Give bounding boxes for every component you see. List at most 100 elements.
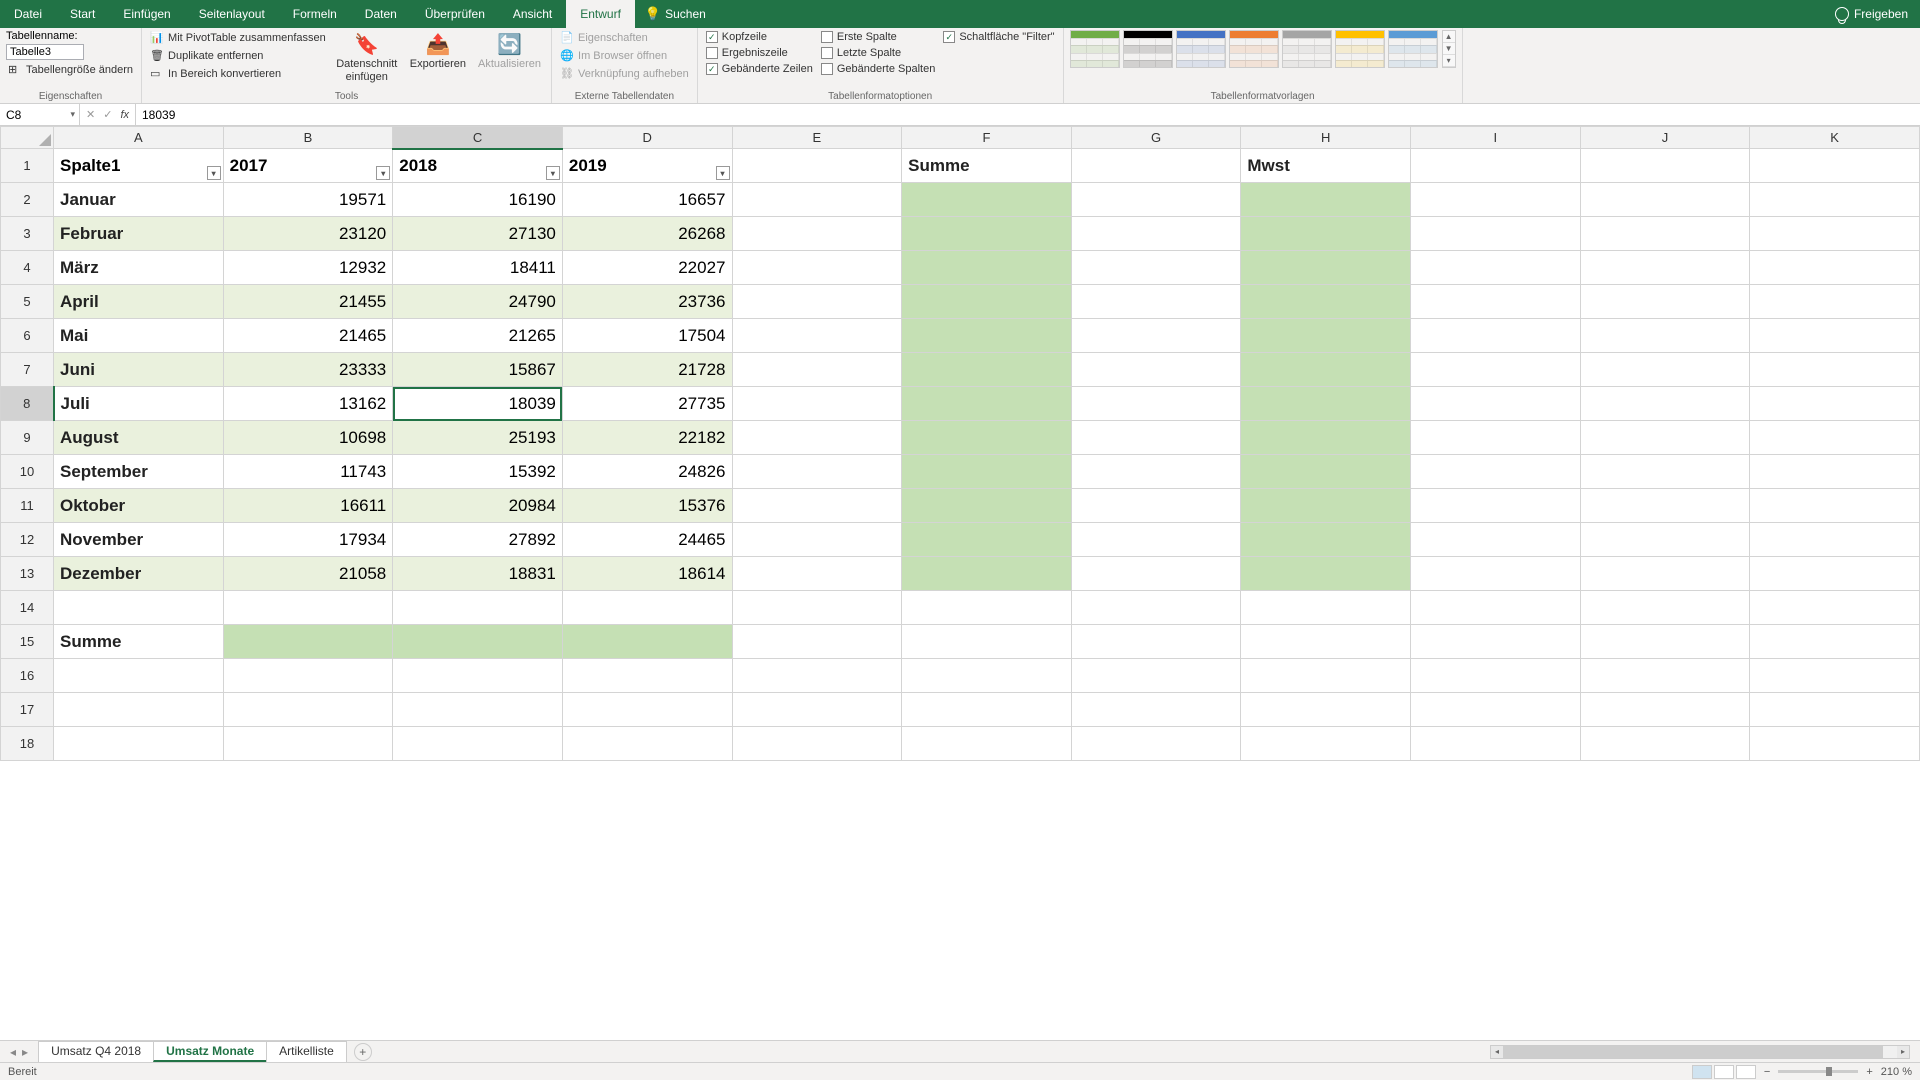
cell[interactable] xyxy=(1071,557,1241,591)
menu-entwurf[interactable]: Entwurf xyxy=(566,0,635,28)
cell[interactable]: Mwst xyxy=(1241,149,1411,183)
row-header[interactable]: 3 xyxy=(1,217,54,251)
cell[interactable] xyxy=(223,591,393,625)
cell[interactable] xyxy=(393,727,563,761)
cell[interactable]: Summe xyxy=(54,625,224,659)
cell[interactable]: 21058 xyxy=(223,557,393,591)
cell[interactable] xyxy=(1071,319,1241,353)
opt-banded-cols[interactable]: Gebänderte Spalten xyxy=(819,62,937,76)
add-sheet-button[interactable]: + xyxy=(354,1043,372,1061)
col-header-K[interactable]: K xyxy=(1750,127,1920,149)
cell[interactable] xyxy=(1071,251,1241,285)
cell[interactable] xyxy=(902,421,1072,455)
row-header[interactable]: 16 xyxy=(1,659,54,693)
cell[interactable] xyxy=(1580,387,1750,421)
resize-table-button[interactable]: ⊞ Tabellengröße ändern xyxy=(6,62,135,78)
menu-ueberpruefen[interactable]: Überprüfen xyxy=(411,0,499,28)
cell[interactable] xyxy=(902,625,1072,659)
filter-icon[interactable]: ▾ xyxy=(207,166,221,180)
opt-last-col[interactable]: Letzte Spalte xyxy=(819,46,937,60)
cell[interactable]: 21465 xyxy=(223,319,393,353)
cell[interactable] xyxy=(1580,591,1750,625)
cell[interactable] xyxy=(393,625,563,659)
menu-formeln[interactable]: Formeln xyxy=(279,0,351,28)
cell[interactable] xyxy=(1580,693,1750,727)
cell[interactable] xyxy=(1750,523,1920,557)
tab-nav[interactable]: ◂ ▸ xyxy=(0,1045,38,1059)
cell[interactable]: 27130 xyxy=(393,217,563,251)
cell[interactable]: Spalte1▾ xyxy=(54,149,224,183)
cell[interactable] xyxy=(1241,319,1411,353)
cell[interactable]: Mai xyxy=(54,319,224,353)
cell[interactable] xyxy=(1241,693,1411,727)
opt-header-row[interactable]: ✓Kopfzeile xyxy=(704,30,815,44)
cell[interactable]: 20984 xyxy=(393,489,563,523)
cell[interactable]: 25193 xyxy=(393,421,563,455)
cell[interactable] xyxy=(902,319,1072,353)
fx-icon[interactable]: fx xyxy=(120,109,129,121)
zoom-out-button[interactable]: − xyxy=(1764,1066,1770,1078)
cell[interactable] xyxy=(1411,149,1581,183)
cell[interactable]: 10698 xyxy=(223,421,393,455)
cell[interactable] xyxy=(1750,591,1920,625)
cell[interactable] xyxy=(393,591,563,625)
cell[interactable] xyxy=(1750,285,1920,319)
cell[interactable] xyxy=(1750,319,1920,353)
cell[interactable]: 24465 xyxy=(562,523,732,557)
cell[interactable] xyxy=(1580,659,1750,693)
table-style-5[interactable] xyxy=(1335,30,1385,68)
table-style-1[interactable] xyxy=(1123,30,1173,68)
cell[interactable] xyxy=(1071,353,1241,387)
cell[interactable] xyxy=(1750,455,1920,489)
filter-icon[interactable]: ▾ xyxy=(376,166,390,180)
cell[interactable] xyxy=(223,659,393,693)
cell[interactable]: 21265 xyxy=(393,319,563,353)
cell[interactable] xyxy=(1241,353,1411,387)
row-header[interactable]: 9 xyxy=(1,421,54,455)
cell[interactable] xyxy=(732,217,902,251)
sheet-area[interactable]: ABCDEFGHIJK 1Spalte1▾2017▾2018▾2019▾Summ… xyxy=(0,126,1920,1040)
cell[interactable] xyxy=(902,183,1072,217)
cell[interactable]: 16190 xyxy=(393,183,563,217)
cell[interactable]: Dezember xyxy=(54,557,224,591)
row-header[interactable]: 18 xyxy=(1,727,54,761)
cell[interactable] xyxy=(1750,557,1920,591)
cell[interactable] xyxy=(902,251,1072,285)
cell[interactable] xyxy=(902,693,1072,727)
col-header-E[interactable]: E xyxy=(732,127,902,149)
cell[interactable] xyxy=(1411,285,1581,319)
cell[interactable] xyxy=(1411,727,1581,761)
cell[interactable] xyxy=(1241,523,1411,557)
cell[interactable] xyxy=(1750,217,1920,251)
cell[interactable] xyxy=(1071,421,1241,455)
cell[interactable]: 24826 xyxy=(562,455,732,489)
zoom-in-button[interactable]: + xyxy=(1866,1066,1872,1078)
styles-more-icon[interactable]: ▾ xyxy=(1443,55,1455,67)
cell[interactable] xyxy=(732,727,902,761)
opt-banded-rows[interactable]: ✓Gebänderte Zeilen xyxy=(704,62,815,76)
cell[interactable] xyxy=(902,455,1072,489)
cell[interactable] xyxy=(732,523,902,557)
cell[interactable] xyxy=(1071,625,1241,659)
col-header-G[interactable]: G xyxy=(1071,127,1241,149)
table-style-6[interactable] xyxy=(1388,30,1438,68)
cell[interactable]: 17934 xyxy=(223,523,393,557)
cell[interactable]: Summe xyxy=(902,149,1072,183)
cell[interactable] xyxy=(1750,183,1920,217)
cell[interactable] xyxy=(54,727,224,761)
tell-me-search[interactable]: 💡 Suchen xyxy=(645,6,706,22)
cell[interactable]: 24790 xyxy=(393,285,563,319)
zoom-slider[interactable] xyxy=(1778,1070,1858,1073)
cell[interactable] xyxy=(1241,455,1411,489)
cell[interactable] xyxy=(732,387,902,421)
cell[interactable]: 2018▾ xyxy=(393,149,563,183)
cell[interactable]: 23333 xyxy=(223,353,393,387)
cell[interactable] xyxy=(1411,183,1581,217)
cell[interactable] xyxy=(393,693,563,727)
cell[interactable] xyxy=(1411,625,1581,659)
cell[interactable] xyxy=(1071,217,1241,251)
cell[interactable] xyxy=(1750,693,1920,727)
scroll-right-icon[interactable]: ▸ xyxy=(1897,1046,1909,1058)
cell[interactable] xyxy=(562,693,732,727)
cell[interactable] xyxy=(1580,353,1750,387)
